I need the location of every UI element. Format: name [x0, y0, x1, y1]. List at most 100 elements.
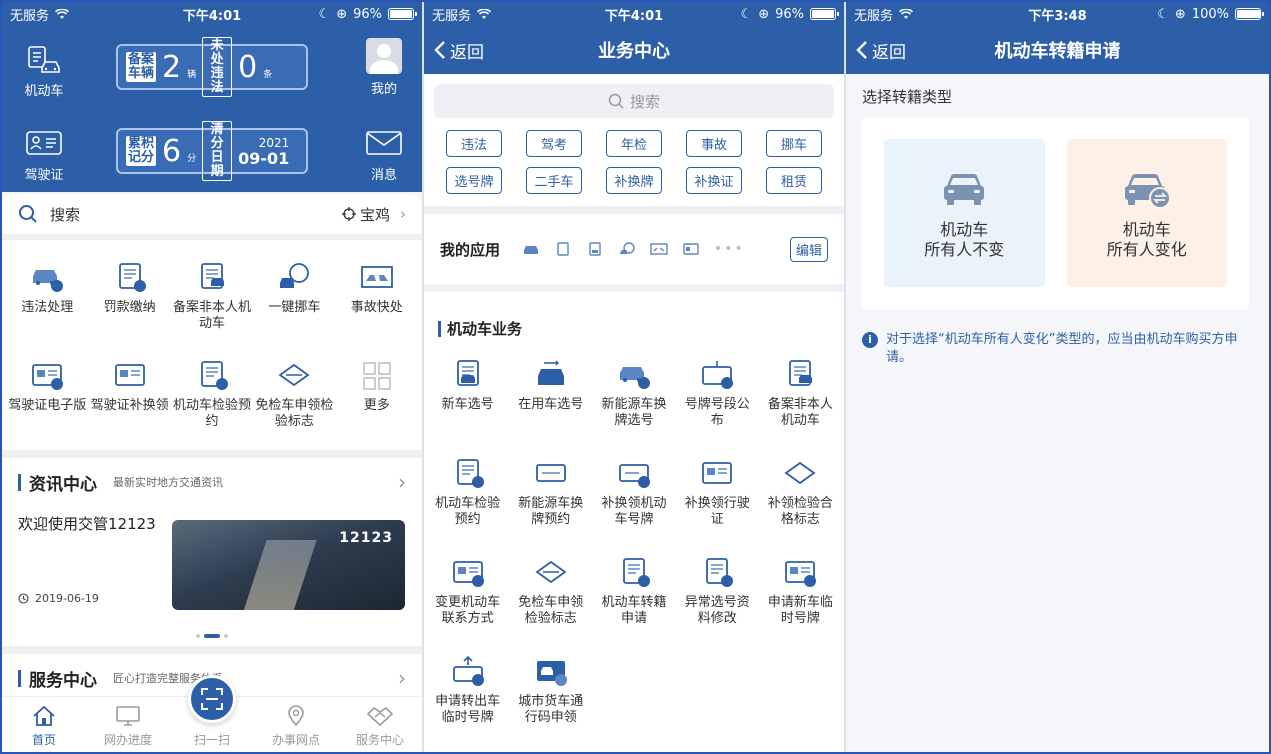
business-item[interactable]: 新能源车换牌选号: [592, 349, 675, 448]
category-tag[interactable]: 补换牌: [606, 167, 662, 194]
category-tag[interactable]: 二手车: [526, 167, 582, 194]
message-button[interactable]: 消息: [354, 126, 414, 183]
tab-home[interactable]: 首页: [2, 697, 86, 752]
business-item[interactable]: 申请转出车临时号牌: [426, 646, 509, 745]
contact-change-icon: [450, 555, 486, 589]
home-search-bar[interactable]: 搜索 宝鸡 ›: [2, 194, 422, 240]
app-fine-icon[interactable]: [554, 241, 572, 257]
business-item[interactable]: 新车选号: [426, 349, 509, 448]
license-label: 驾驶证: [24, 168, 64, 183]
service-item[interactable]: 备案非本人机动车: [171, 254, 253, 352]
service-item[interactable]: 一键挪车: [253, 254, 335, 352]
vehicle-icon: [24, 42, 64, 76]
service-item[interactable]: 违法处理: [6, 254, 88, 352]
license-button[interactable]: 驾驶证: [14, 126, 74, 183]
vehicle-business-header: 机动车业务: [424, 292, 844, 349]
tab-progress[interactable]: 网办进度: [86, 697, 170, 752]
business-item-label: 号牌号段公布: [684, 397, 750, 428]
my-apps-title: 我的应用: [440, 240, 501, 259]
service-item[interactable]: 罚款缴纳: [88, 254, 170, 352]
category-tag[interactable]: 驾考: [526, 130, 582, 157]
abnormal-plate-icon: [699, 555, 735, 589]
app-license-icon[interactable]: [682, 241, 700, 257]
business-item[interactable]: 城市货车通行码申领: [509, 646, 592, 745]
business-item[interactable]: 机动车转籍申请: [592, 547, 675, 646]
tab-service[interactable]: 服务中心: [338, 697, 422, 752]
business-item-label: 机动车转籍申请: [601, 595, 667, 626]
transfer-icon: [616, 555, 652, 589]
app-accident-icon[interactable]: [650, 241, 668, 257]
tab-scan[interactable]: 扫一扫: [170, 675, 254, 752]
option-owner-changed[interactable]: 机动车 所有人变化: [1066, 139, 1227, 287]
used-car-plate-icon: [533, 357, 569, 391]
news-section-header[interactable]: 资讯中心 最新实时地方交通资讯 ›: [2, 450, 422, 506]
service-item[interactable]: 事故快处: [336, 254, 418, 352]
license-replace-icon: [113, 360, 147, 390]
license-icon: [24, 126, 64, 160]
category-tag[interactable]: 事故: [686, 130, 742, 157]
news-title: 资讯中心: [29, 474, 97, 495]
points-count: 6: [162, 133, 182, 169]
service-item[interactable]: 驾驶证电子版: [6, 352, 88, 450]
battery-percent: 96%: [353, 6, 382, 22]
option-line1: 机动车: [940, 220, 989, 239]
business-item[interactable]: 补领检验合格标志: [759, 448, 842, 547]
business-item[interactable]: 异常选号资料修改: [676, 547, 759, 646]
news-card[interactable]: 欢迎使用交管12123 2019-06-19 12123: [2, 506, 422, 646]
option-owner-unchanged[interactable]: 机动车 所有人不变: [884, 139, 1045, 287]
inspection-mark-icon: [782, 456, 818, 490]
info-note-text: 对于选择“机动车所有人变化”类型的，应当由机动车购买方申请。: [886, 332, 1238, 365]
home-screen: 无服务 下午4:01 ☾ ⊕ 96% 机动车 备案车辆 2 辆 未处违法 0 条: [2, 2, 422, 752]
carousel-dots: [2, 634, 422, 638]
lock-rotation-icon: ⊕: [1174, 6, 1186, 22]
business-item[interactable]: 在用车选号: [509, 349, 592, 448]
business-item[interactable]: 补换领机动车号牌: [592, 448, 675, 547]
city-selector[interactable]: 宝鸡 ›: [341, 204, 406, 225]
app-move-icon[interactable]: [618, 241, 636, 257]
business-item[interactable]: 申请新车临时号牌: [759, 547, 842, 646]
plate-label-clear-date: 清分日期: [202, 121, 233, 181]
category-tag[interactable]: 租赁: [766, 167, 822, 194]
vehicle-summary-plate[interactable]: 备案车辆 2 辆 未处违法 0 条: [116, 37, 308, 97]
chevron-right-icon: ›: [398, 470, 406, 494]
wifi-icon: [55, 8, 70, 19]
business-search-input[interactable]: 搜索: [434, 84, 834, 118]
edit-button[interactable]: 编辑: [789, 236, 828, 262]
message-label: 消息: [370, 168, 397, 183]
back-button[interactable]: 返回: [846, 38, 906, 63]
quick-service-grid: 违法处理 罚款缴纳 备案非本人机动车 一键挪车 事故快处驾驶证电子版 驾驶证补换领 机动车检…: [2, 240, 422, 450]
business-item[interactable]: 备案非本人机动车: [759, 349, 842, 448]
business-item[interactable]: 号牌号段公布: [676, 349, 759, 448]
carrier-text: 无服务: [10, 8, 50, 24]
plate-label-record: 备案车辆: [126, 52, 156, 82]
category-tag[interactable]: 年检: [606, 130, 662, 157]
service-item[interactable]: 免检车申领检验标志: [253, 352, 335, 450]
business-item[interactable]: 免检车申领检验标志: [509, 547, 592, 646]
app-car-icon[interactable]: [522, 241, 540, 257]
vehicle-button[interactable]: 机动车: [14, 42, 74, 99]
back-button[interactable]: 返回: [424, 38, 484, 63]
license-summary-plate[interactable]: 累积记分 6 分 清分日期 2021 09-01: [116, 121, 308, 181]
business-item[interactable]: 新能源车换牌预约: [509, 448, 592, 547]
me-button[interactable]: 我的: [354, 38, 414, 97]
category-tag[interactable]: 选号牌: [446, 167, 502, 194]
business-item[interactable]: 变更机动车联系方式: [426, 547, 509, 646]
business-item[interactable]: 补换领行驶证: [676, 448, 759, 547]
app-record-icon[interactable]: [586, 241, 604, 257]
category-tag[interactable]: 违法: [446, 130, 502, 157]
search-icon: [19, 205, 37, 223]
ev-plate-icon: [616, 357, 652, 391]
business-item-label: 机动车检验预约: [435, 496, 501, 527]
vehicle-business-grid: 新车选号 在用车选号 新能源车换牌选号 号牌号段公布 备案非本人机动车机动车检验预约 新能…: [424, 349, 844, 745]
transfer-type-heading: 选择转籍类型: [862, 88, 953, 106]
crosshair-icon: [341, 207, 356, 221]
business-item[interactable]: 机动车检验预约: [426, 448, 509, 547]
category-tag[interactable]: 挪车: [766, 130, 822, 157]
category-tag[interactable]: 补换证: [686, 167, 742, 194]
service-item[interactable]: 驾驶证补换领: [88, 352, 170, 450]
business-item-label: 新车选号: [441, 397, 494, 412]
tab-locations[interactable]: 办事网点: [254, 697, 338, 752]
inspection-icon: [450, 456, 486, 490]
service-item[interactable]: 更多: [336, 352, 418, 450]
service-item[interactable]: 机动车检验预约: [171, 352, 253, 450]
